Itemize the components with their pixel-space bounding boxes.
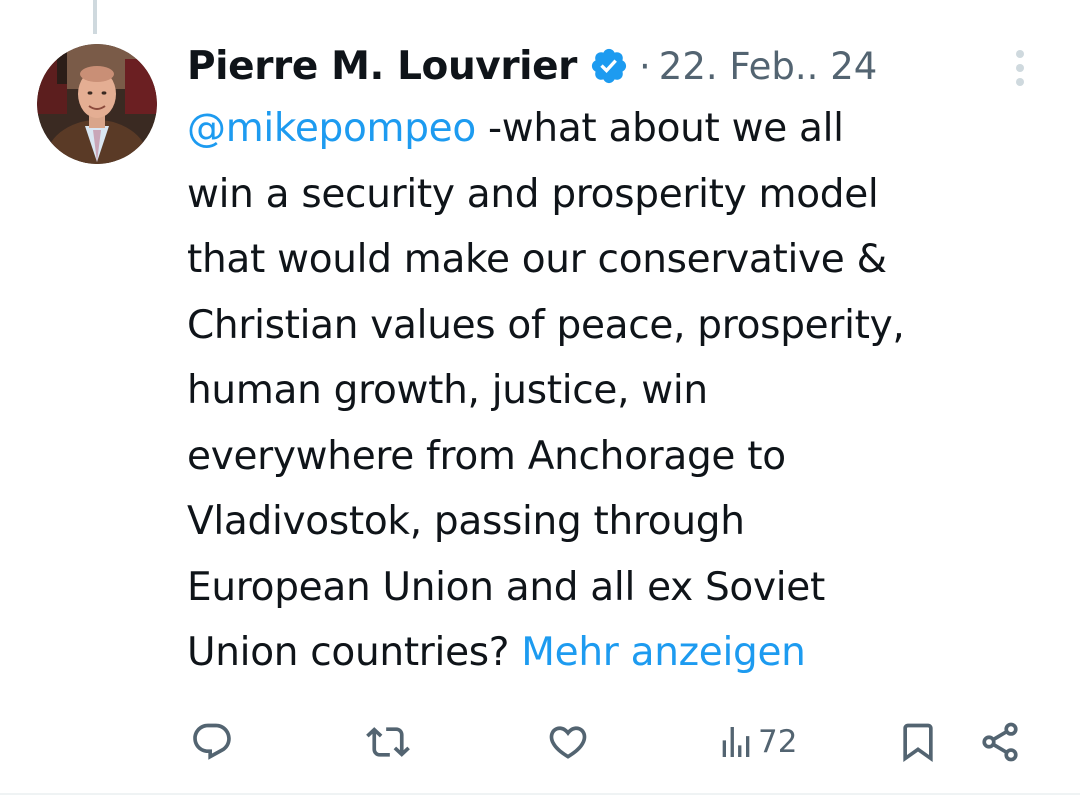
tweet-text-segment: Union countries? <box>187 630 522 675</box>
mention-link[interactable]: @mikepompeo <box>187 106 476 151</box>
reply-icon <box>193 723 231 760</box>
tweet-text-line: Christian values of peace, prosperity, <box>187 302 905 348</box>
header-separator: · <box>639 44 651 88</box>
like-icon <box>549 726 587 759</box>
avatar-photo <box>37 44 157 164</box>
tweet-text-line: Union countries? Mehr anzeigen <box>187 620 1047 686</box>
tweet-text-line: human growth, justice, win <box>187 368 708 413</box>
avatar[interactable] <box>37 44 157 164</box>
tweet-action-bar: 72 <box>0 712 1080 772</box>
more-options-icon[interactable] <box>1008 48 1032 88</box>
author-name[interactable]: Pierre M. Louvrier <box>187 44 577 89</box>
tweet-header: Pierre M. Louvrier · 22. Feb.. 24 <box>187 38 877 94</box>
tweet-text: @mikepompeo -what about we all win a sec… <box>187 96 1047 686</box>
thread-connector-line <box>93 0 97 34</box>
retweet-button[interactable] <box>366 712 410 772</box>
tweet-text-line: everywhere from Anchorage to <box>187 433 786 479</box>
views-count: 72 <box>758 724 798 760</box>
tweet-text-line: @mikepompeo -what about we all <box>187 96 1047 162</box>
tweet-text-line: that would make our conservative & <box>187 237 887 282</box>
reply-button[interactable] <box>190 712 234 772</box>
tweet-date[interactable]: 22. Feb.. 24 <box>659 45 877 88</box>
views-icon <box>722 727 750 757</box>
share-icon <box>982 722 1018 762</box>
tweet-text-line: Vladivostok, passing through <box>187 499 745 544</box>
tweet-page: Pierre M. Louvrier · 22. Feb.. 24 @mikep… <box>0 0 1080 795</box>
tweet-text-line: win a security and prosperity model <box>187 171 879 217</box>
tweet-text-line: European Union and all ex Soviet <box>187 564 825 610</box>
retweet-icon <box>366 727 410 757</box>
bookmark-button[interactable] <box>896 712 940 772</box>
bookmark-icon <box>903 723 933 763</box>
show-more-link[interactable]: Mehr anzeigen <box>521 630 806 675</box>
verified-badge-icon[interactable] <box>589 46 629 86</box>
views-button[interactable]: 72 <box>716 712 797 772</box>
share-button[interactable] <box>978 712 1022 772</box>
tweet-text-segment: -what about we all <box>475 106 844 151</box>
like-button[interactable] <box>546 712 590 772</box>
